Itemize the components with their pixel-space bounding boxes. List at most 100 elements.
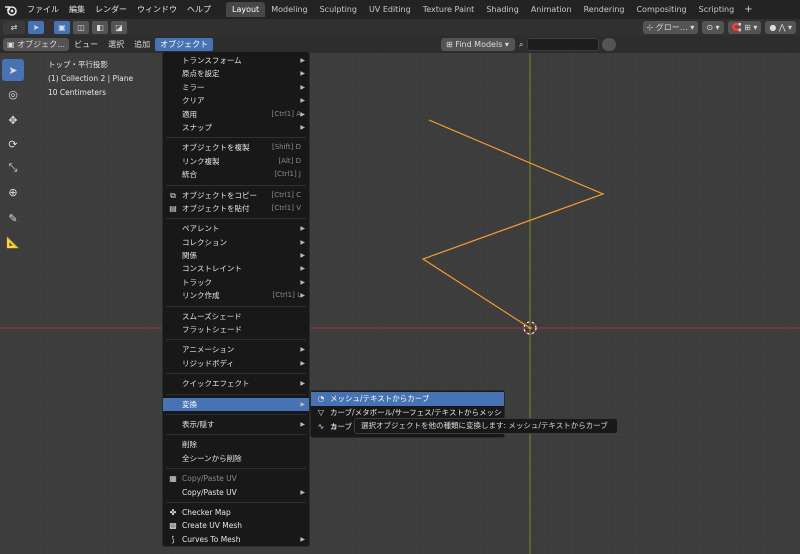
object-menu-item[interactable]: ✤ Checker Map — [163, 506, 309, 519]
cursor-tool-icon[interactable]: ◎ — [2, 83, 24, 105]
tab-compositing[interactable]: Compositing — [630, 2, 692, 17]
select-mode-extend-icon[interactable]: ◫ — [73, 21, 89, 34]
transform-orientation-dropdown[interactable]: ⊹ グロー… ▾ — [642, 21, 699, 34]
submenu-arrow-icon: ▶ — [300, 346, 305, 354]
add-workspace-button[interactable]: + — [740, 4, 756, 15]
curve-mesh-icon: ⟆ — [171, 534, 175, 544]
menu-add[interactable]: 追加 — [129, 38, 155, 51]
search-dropdown-button[interactable] — [602, 38, 617, 51]
object-menu-item[interactable]: トラック ▶ — [163, 276, 309, 289]
object-menu-item[interactable]: オブジェクトを複製 [Shift] D — [163, 141, 309, 154]
object-menu-item[interactable]: トランスフォーム ▶ — [163, 54, 309, 67]
object-menu-item-label: 原点を設定 — [182, 69, 220, 79]
search-input[interactable] — [527, 38, 600, 51]
tab-layout[interactable]: Layout — [226, 2, 266, 17]
object-menu-item[interactable]: 統合 [Ctrl1] J — [163, 168, 309, 181]
select-mode-subtract-icon[interactable]: ◧ — [92, 21, 108, 34]
mode-dropdown[interactable]: ▣ オブジェク… — [3, 38, 70, 51]
object-menu-item[interactable]: リンク複製 [Alt] D — [163, 155, 309, 168]
select-mode-new-icon[interactable]: ▣ — [54, 21, 70, 34]
menu-object[interactable]: オブジェクト — [155, 38, 214, 51]
object-menu-item-label: ペアレント — [182, 224, 220, 234]
object-menu-item[interactable]: コレクション ▶ — [163, 236, 309, 249]
pivot-point-dropdown[interactable]: ⊙ ▾ — [702, 21, 724, 34]
transform-tool-icon[interactable]: ⊕ — [2, 181, 24, 203]
object-menu-item-label: 統合 — [182, 170, 197, 180]
menu-help[interactable]: ヘルプ — [182, 0, 216, 19]
object-menu-item[interactable]: 全シーンから削除 — [163, 452, 309, 465]
object-menu-item-label: 全シーンから削除 — [182, 453, 242, 463]
object-menu-item[interactable]: Copy/Paste UV ▶ — [163, 486, 309, 499]
object-menu-item[interactable]: クイックエフェクト ▶ — [163, 377, 309, 390]
submenu-arrow-icon: ▶ — [300, 110, 305, 118]
menu-render[interactable]: レンダー — [90, 0, 132, 19]
submenu-arrow-icon: ▶ — [300, 488, 305, 496]
object-menu-item[interactable]: 適用 [Ctrl1] A ▶ — [163, 108, 309, 121]
object-menu-item[interactable]: ⟆ Curves To Mesh ▶ — [163, 533, 309, 546]
tab-animation[interactable]: Animation — [525, 2, 578, 17]
menu-file[interactable]: ファイル — [22, 0, 64, 19]
object-menu-item-label: コレクション — [182, 237, 227, 247]
object-menu-item-label: 表示/隠す — [182, 419, 215, 429]
object-menu-item[interactable]: スナップ ▶ — [163, 121, 309, 134]
tab-rendering[interactable]: Rendering — [578, 2, 631, 17]
curve-icon: ◔ — [317, 394, 325, 403]
object-menu-item[interactable]: ミラー ▶ — [163, 81, 309, 94]
select-mode-invert-icon[interactable]: ◪ — [111, 21, 127, 34]
menu-separator — [166, 305, 306, 307]
object-menu-item[interactable]: クリア ▶ — [163, 94, 309, 107]
submenu-arrow-icon: ▶ — [300, 420, 305, 428]
object-menu-item[interactable]: ⧉ オブジェクトをコピー [Ctrl1] C — [163, 189, 309, 202]
object-menu-item[interactable]: アニメーション ▶ — [163, 343, 309, 356]
object-menu-item[interactable]: ペアレント ▶ — [163, 222, 309, 235]
object-menu-item-label: リンク作成 — [182, 291, 220, 301]
tab-uv-editing[interactable]: UV Editing — [363, 2, 417, 17]
object-menu-item[interactable]: 原点を設定 ▶ — [163, 67, 309, 80]
tab-modeling[interactable]: Modeling — [265, 2, 313, 17]
menu-edit[interactable]: 編集 — [64, 0, 90, 19]
object-menu-item[interactable]: 関係 ▶ — [163, 249, 309, 262]
menu-select[interactable]: 選択 — [103, 38, 129, 51]
find-models-dropdown[interactable]: ⊞ Find Models ▾ — [441, 38, 515, 51]
select-box-tool-icon[interactable]: ➤ — [2, 59, 24, 81]
menu-view[interactable]: ビュー — [69, 38, 103, 51]
object-menu-item[interactable]: リジッドボディ ▶ — [163, 357, 309, 370]
scale-tool-icon[interactable]: ⤡ — [2, 157, 24, 179]
object-menu-item[interactable]: フラットシェード — [163, 323, 309, 336]
annotate-tool-icon[interactable]: ✎ — [2, 207, 24, 229]
object-menu-item[interactable]: ▤ オブジェクトを貼付 [Ctrl1] V — [163, 202, 309, 215]
submenu-arrow-icon: ▶ — [300, 265, 305, 273]
blender-logo-icon[interactable] — [4, 3, 18, 17]
shortcut-label: [Ctrl1] C — [271, 190, 301, 199]
object-menu-item-label: Copy/Paste UV — [182, 487, 237, 497]
convert-to-curve-item[interactable]: ◔ メッシュ/テキストからカーブ — [311, 392, 504, 406]
object-menu-item[interactable]: 削除 — [163, 438, 309, 451]
tab-scripting[interactable]: Scripting — [693, 2, 741, 17]
measure-tool-icon[interactable]: 📐 — [2, 231, 24, 253]
move-tool-icon[interactable]: ✥ — [2, 109, 24, 131]
object-menu-item-label: オブジェクトを貼付 — [182, 203, 250, 213]
object-menu-item[interactable]: 変換 ▶ — [163, 397, 309, 411]
snap-dropdown[interactable]: 🧲 ⊞ ▾ — [727, 21, 762, 34]
object-menu-item[interactable]: 表示/隠す ▶ — [163, 418, 309, 431]
3d-viewport[interactable] — [0, 53, 800, 554]
tab-texture-paint[interactable]: Texture Paint — [417, 2, 481, 17]
transform-pivot-icon[interactable]: ⇄ — [3, 21, 25, 34]
menu-separator — [166, 137, 306, 139]
view-name: トップ・平行投影 — [48, 60, 108, 69]
object-menu-item-label: Create UV Mesh — [182, 521, 243, 531]
select-tool-icon[interactable]: ➤ — [28, 21, 44, 34]
menu-window[interactable]: ウィンドウ — [132, 0, 182, 19]
proportional-edit-dropdown[interactable]: ● ⋀ ▾ — [765, 21, 796, 34]
object-menu-item[interactable]: ▩ Create UV Mesh — [163, 519, 309, 532]
rotate-tool-icon[interactable]: ⟳ — [2, 133, 24, 155]
shortcut-label: [Ctrl1] V — [271, 203, 301, 212]
tab-sculpting[interactable]: Sculpting — [314, 2, 363, 17]
object-menu-item[interactable]: スムーズシェード — [163, 310, 309, 323]
submenu-arrow-icon: ▶ — [300, 292, 305, 300]
tab-shading[interactable]: Shading — [480, 2, 525, 17]
object-menu-item[interactable]: コンストレイント ▶ — [163, 262, 309, 275]
copy-icon: ⧉ — [170, 190, 176, 200]
object-menu-item[interactable]: リンク作成 [Ctrl1] L ▶ — [163, 289, 309, 302]
checker-icon: ✤ — [169, 507, 177, 517]
